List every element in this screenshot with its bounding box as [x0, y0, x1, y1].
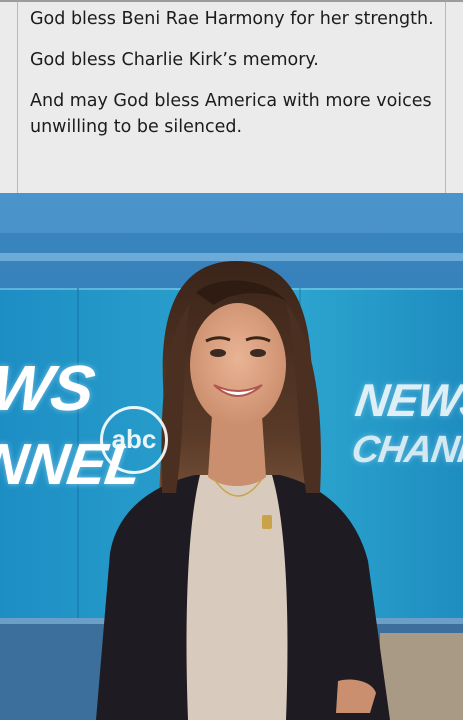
backdrop-news-left: WS	[0, 352, 99, 424]
post-paragraph-3: And may God bless America with more voic…	[30, 91, 432, 137]
panel-divider-left	[17, 2, 18, 193]
post-paragraph-1: God bless Beni Rae Harmony for her stren…	[30, 9, 434, 29]
news-studio-photo: WS NNEL abc NEWS CHANNEL	[0, 193, 463, 720]
abc-logo: abc	[100, 406, 168, 474]
backdrop-channel-right: CHANNEL	[349, 429, 463, 471]
post-text-panel: God bless Beni Rae Harmony for her stren…	[0, 0, 463, 193]
post-body: God bless Beni Rae Harmony for her stren…	[30, 6, 435, 155]
backdrop-news-right: NEWS	[352, 374, 463, 426]
post-paragraph-2: God bless Charlie Kirk’s memory.	[30, 50, 319, 70]
panel-divider-right	[445, 2, 446, 193]
